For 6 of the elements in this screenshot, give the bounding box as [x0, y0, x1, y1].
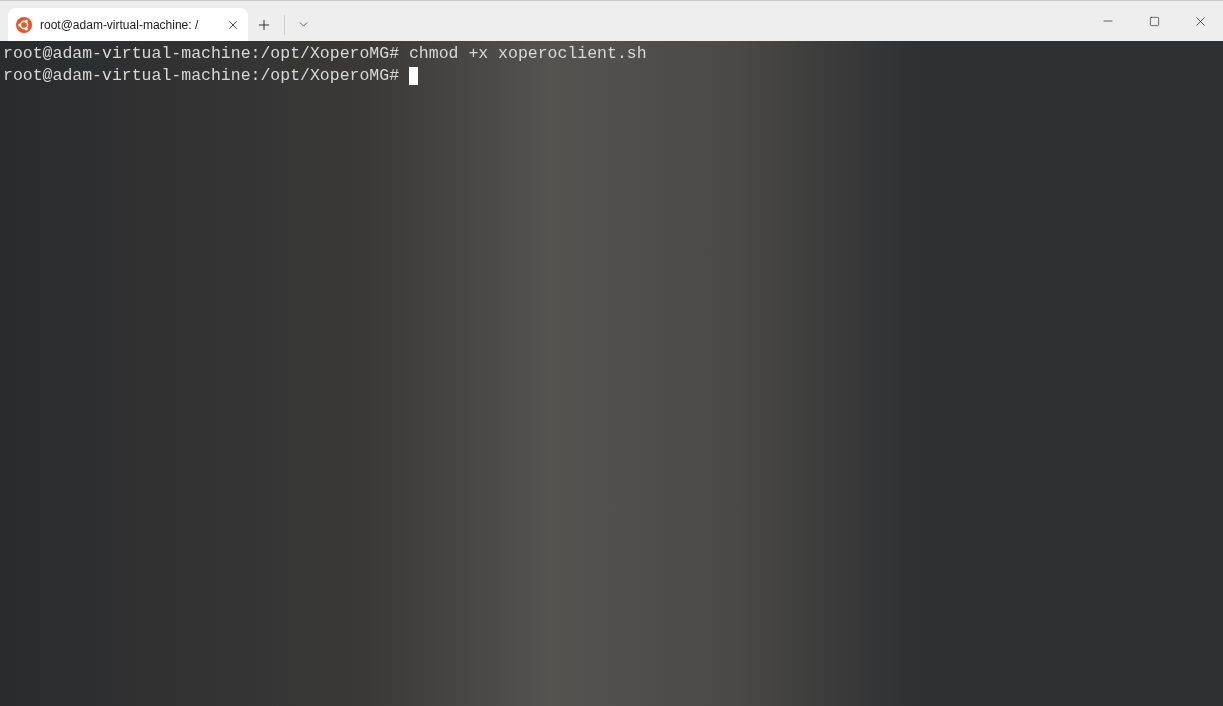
ubuntu-logo-icon: [16, 16, 32, 33]
maximize-icon[interactable]: [1148, 15, 1160, 27]
tab[interactable]: root@adam-virtual-machine: /: [8, 8, 248, 41]
terminal-line: root@adam-virtual-machine:/opt/XoperoMG#: [3, 65, 401, 87]
terminal-line: root@adam-virtual-machine:/opt/XoperoMG# chmod +x xoperoclient.sh: [3, 43, 647, 65]
tab-title: root@adam-virtual-machine: /: [40, 16, 200, 34]
